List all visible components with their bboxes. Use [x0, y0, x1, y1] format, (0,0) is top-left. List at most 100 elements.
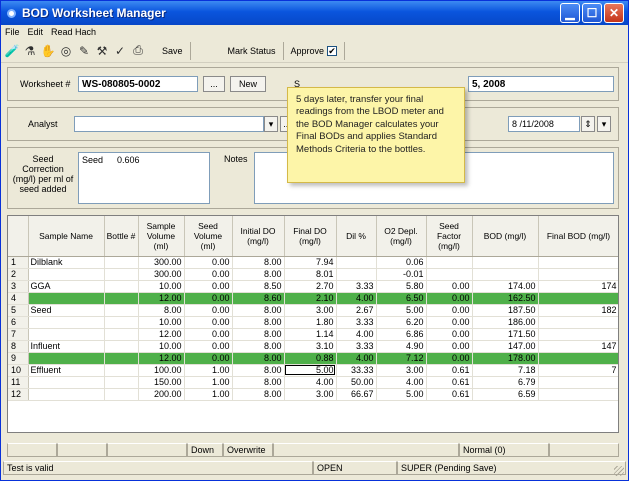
table-cell[interactable]	[104, 268, 139, 281]
table-cell[interactable]: 0.00	[184, 256, 233, 269]
table-cell[interactable]: 162.50	[472, 292, 539, 305]
worksheet-number-field[interactable]: WS-080805-0002	[78, 76, 198, 92]
table-cell[interactable]: Influent	[28, 340, 105, 353]
table-cell[interactable]: 200.00	[138, 388, 185, 401]
table-cell[interactable]: 66.67	[336, 388, 377, 401]
table-row[interactable]: 9 12.00 0.00 8.00 0.88 4.00 7.12 0.00 178.00	[8, 352, 618, 365]
table-cell[interactable]: 3.00	[284, 304, 337, 317]
table-row[interactable]: 6 10.00 0.00 8.00 1.80 3.33 6.20 0.00 186.00	[8, 316, 618, 329]
table-cell[interactable]: 1.00	[184, 376, 233, 389]
table-cell[interactable]: 50.00	[336, 376, 377, 389]
table-cell[interactable]: 8.60	[232, 292, 285, 305]
table-cell[interactable]	[104, 280, 139, 293]
approve-checkbox[interactable]: ✔	[327, 45, 338, 56]
table-cell[interactable]: 0.00	[184, 268, 233, 281]
table-cell[interactable]: 3.00	[284, 388, 337, 401]
table-cell[interactable]: 6.86	[376, 328, 427, 341]
table-cell[interactable]: 0.00	[184, 304, 233, 317]
table-cell[interactable]	[104, 376, 139, 389]
date-field[interactable]: 8 /11/2008	[508, 116, 580, 132]
table-cell[interactable]	[426, 256, 473, 269]
table-cell[interactable]: 0.00	[184, 316, 233, 329]
table-cell[interactable]: 7.12	[376, 352, 427, 365]
table-cell[interactable]: 0.00	[184, 280, 233, 293]
table-cell[interactable]	[538, 328, 618, 341]
table-cell[interactable]: 3.33	[336, 280, 377, 293]
table-cell[interactable]: 0.00	[184, 292, 233, 305]
table-cell[interactable]: 0.88	[284, 352, 337, 365]
table-cell[interactable]	[426, 268, 473, 281]
table-cell[interactable]: 4.00	[336, 328, 377, 341]
table-cell[interactable]: Seed	[28, 304, 105, 317]
close-button[interactable]: ✕	[604, 3, 624, 23]
table-cell[interactable]: 300.00	[138, 268, 185, 281]
table-cell[interactable]: 4.90	[376, 340, 427, 353]
table-cell[interactable]: 4.00	[284, 376, 337, 389]
table-cell[interactable]: 1.80	[284, 316, 337, 329]
tools-icon[interactable]: ⚒	[93, 42, 111, 60]
tag-icon[interactable]: ✎	[75, 42, 93, 60]
column-header[interactable]: Sample Volume (ml)	[138, 216, 185, 257]
seed-correction-field[interactable]: Seed 0.606	[78, 152, 210, 204]
table-cell[interactable]	[104, 256, 139, 269]
table-cell[interactable]: 0.00	[426, 292, 473, 305]
table-cell[interactable]: 2.70	[284, 280, 337, 293]
table-cell[interactable]	[104, 316, 139, 329]
table-row[interactable]: 8 Influent 10.00 0.00 8.00 3.10 3.33 4.90 0.00 14…	[8, 340, 618, 353]
table-row[interactable]: 2 300.00 0.00 8.00 8.01 -0.01	[8, 268, 618, 281]
table-row[interactable]: 3 GGA 10.00 0.00 8.50 2.70 3.33 5.80 0.00 174.00 1…	[8, 280, 618, 293]
table-cell[interactable]: 8.00	[232, 364, 285, 377]
table-cell[interactable]: 12.00	[138, 292, 185, 305]
table-cell[interactable]: 8.00	[232, 340, 285, 353]
table-cell[interactable]	[104, 292, 139, 305]
table-cell[interactable]: 8.00	[232, 328, 285, 341]
resize-grip[interactable]	[614, 466, 624, 476]
table-cell[interactable]: Effluent	[28, 364, 105, 377]
table-cell[interactable]: 5.80	[376, 280, 427, 293]
menu-read-hach[interactable]: Read Hach	[47, 27, 100, 37]
table-cell[interactable]: 8.00	[232, 376, 285, 389]
table-cell[interactable]: 7	[538, 364, 618, 377]
column-header[interactable]: Final DO (mg/l)	[284, 216, 337, 257]
table-cell[interactable]	[104, 304, 139, 317]
table-cell[interactable]: 10.00	[138, 340, 185, 353]
column-header[interactable]	[8, 216, 29, 257]
table-cell[interactable]: 5.00	[376, 388, 427, 401]
table-cell[interactable]	[28, 328, 105, 341]
table-cell[interactable]	[336, 268, 377, 281]
table-cell[interactable]: 5.00	[284, 364, 337, 377]
table-cell[interactable]: 186.00	[472, 316, 539, 329]
table-cell[interactable]: 6.59	[472, 388, 539, 401]
table-cell[interactable]: 171.50	[472, 328, 539, 341]
table-cell[interactable]: 4.00	[376, 376, 427, 389]
column-header[interactable]: O2 Depl. (mg/l)	[376, 216, 427, 257]
title-bar[interactable]: BOD Worksheet Manager ▁ ☐ ✕	[1, 1, 628, 25]
table-cell[interactable]	[104, 388, 139, 401]
table-cell[interactable]	[538, 388, 618, 401]
minimize-button[interactable]: ▁	[560, 3, 580, 23]
table-cell[interactable]: 12.00	[138, 328, 185, 341]
checkmark-icon[interactable]: ✓	[111, 42, 129, 60]
table-cell[interactable]	[472, 256, 539, 269]
table-cell[interactable]: 10.00	[138, 280, 185, 293]
table-cell[interactable]: 8.00	[232, 388, 285, 401]
table-cell[interactable]: 12.00	[138, 352, 185, 365]
maximize-button[interactable]: ☐	[582, 3, 602, 23]
table-cell[interactable]: 0.00	[426, 280, 473, 293]
table-cell[interactable]	[472, 268, 539, 281]
table-cell[interactable]: 33.33	[336, 364, 377, 377]
approve-button[interactable]: Approve ✔	[284, 41, 346, 60]
bottle-icon[interactable]: 🧪	[3, 42, 21, 60]
table-cell[interactable]: 187.50	[472, 304, 539, 317]
table-row[interactable]: 10 Effluent 100.00 1.00 8.00 5.00 33.33 3.00 0.6…	[8, 364, 618, 377]
table-cell[interactable]	[104, 364, 139, 377]
table-cell[interactable]: 10.00	[138, 316, 185, 329]
table-cell[interactable]	[28, 268, 105, 281]
table-cell[interactable]: 4.00	[336, 352, 377, 365]
table-cell[interactable]: 3.10	[284, 340, 337, 353]
table-cell[interactable]	[104, 328, 139, 341]
rack-icon[interactable]: ⚗	[21, 42, 39, 60]
table-cell[interactable]: 100.00	[138, 364, 185, 377]
table-cell[interactable]	[28, 376, 105, 389]
table-cell[interactable]: 0.00	[184, 340, 233, 353]
